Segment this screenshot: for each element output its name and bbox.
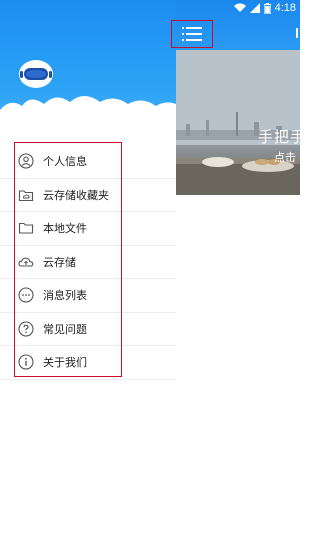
cloud-icon: [18, 254, 34, 270]
highlight-box-menu-button: [171, 20, 213, 48]
menu-item-label: 关于我们: [43, 356, 87, 370]
message-icon: [18, 287, 34, 303]
status-time: 4:18: [274, 2, 296, 14]
menu-item-faq[interactable]: 常见问题: [0, 313, 176, 346]
cloud-folder-icon: [18, 187, 34, 203]
battery-icon: [263, 2, 271, 14]
menu-item-cloud-favorites[interactable]: 云存储收藏夹: [0, 179, 176, 212]
banner-title: 手把手: [258, 128, 300, 146]
menu-item-label: 消息列表: [43, 289, 87, 303]
menu-item-personal-info[interactable]: 个人信息: [0, 145, 176, 179]
person-icon: [18, 153, 34, 169]
menu-item-label: 个人信息: [43, 155, 87, 169]
drawer-header: [0, 0, 176, 130]
menu-item-local-files[interactable]: 本地文件: [0, 212, 176, 246]
banner[interactable]: 手把手 点击: [176, 50, 300, 195]
info-icon: [18, 354, 34, 370]
menu-item-about-us[interactable]: 关于我们: [0, 346, 176, 380]
folder-icon: [18, 220, 34, 236]
question-icon: [18, 321, 34, 337]
menu-item-cloud-storage[interactable]: 云存储: [0, 246, 176, 279]
menu-item-label: 常见问题: [43, 322, 87, 336]
robot-avatar-icon[interactable]: [18, 56, 54, 92]
menu-item-message-list[interactable]: 消息列表: [0, 279, 176, 313]
main-content: 手把手 点击: [176, 0, 300, 533]
status-bar: 4:18: [0, 0, 300, 16]
drawer-menu: 个人信息 云存储收藏夹 本地文件 云存储 消息列表 常见问题 关于我们: [0, 145, 176, 380]
banner-city-image: [176, 50, 300, 195]
menu-toggle-button[interactable]: [171, 20, 213, 48]
wifi-icon: [233, 3, 246, 12]
menu-item-label: 云存储收藏夹: [43, 188, 109, 202]
navigation-drawer: 个人信息 云存储收藏夹 本地文件 云存储 消息列表 常见问题 关于我们: [0, 0, 176, 533]
menu-item-label: 云存储: [43, 255, 76, 269]
menu-item-label: 本地文件: [43, 222, 87, 236]
banner-subtitle: 点击: [274, 151, 296, 164]
topbar-edge-icon: [296, 28, 298, 38]
signal-icon: [249, 3, 260, 13]
